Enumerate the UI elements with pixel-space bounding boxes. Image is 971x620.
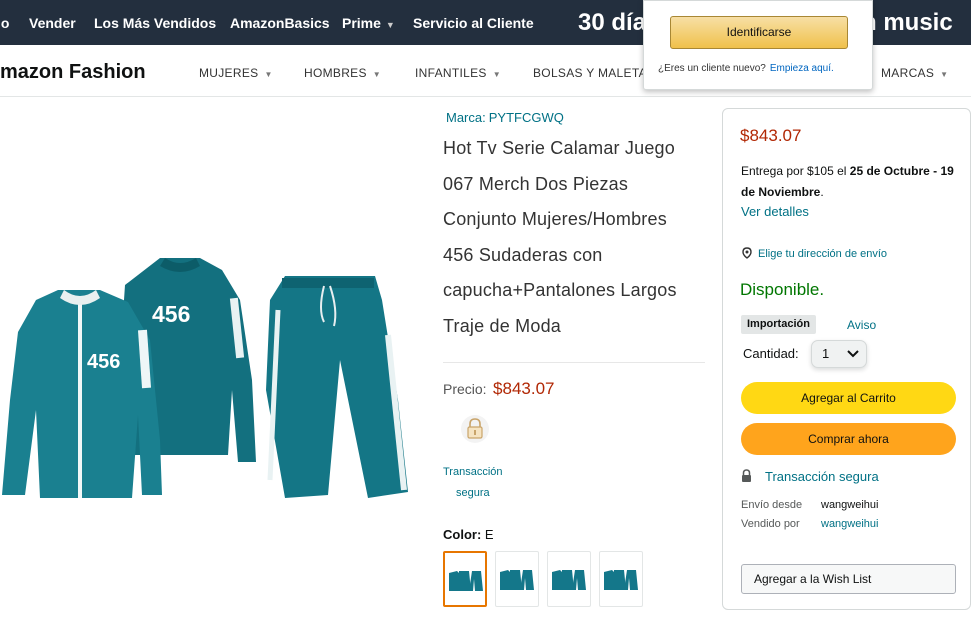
new-customer-text: ¿Eres un cliente nuevo? [658,63,766,74]
product-title-line: 067 Merch Dos Piezas [443,173,629,194]
nav-item-label: Servicio al Cliente [413,15,534,31]
ships-from-value: wangweihui [821,499,879,511]
amazon-music-banner[interactable]: n music [862,9,953,37]
swatch-thumbnail [500,570,534,590]
brand-name: PYTFCGWQ [488,110,564,125]
swatch-thumbnail [552,570,586,590]
product-title-line: capucha+Pantalones Largos [443,280,677,300]
color-swatch[interactable] [599,551,643,607]
secure-transaction-link[interactable]: Transacción segura [741,469,879,484]
category-label: INFANTILES [415,66,487,80]
nav-item-best-sellers[interactable]: Los Más Vendidos [94,15,216,31]
secure-text-line: Transacción [443,466,503,478]
notice-link[interactable]: Aviso [847,318,876,332]
category-label: BOLSAS Y MALETAS [533,66,656,80]
nav-item-label: AmazonBasics [230,15,330,31]
quantity-select[interactable]: 1 [811,340,867,368]
color-swatch[interactable] [495,551,539,607]
buybox-price: $843.07 [740,126,802,145]
swatch-thumbnail [449,571,483,591]
quantity-value: 1 [822,346,830,361]
jersey-number-back: 456 [152,301,190,327]
section-divider [443,362,705,363]
secure-text-line: segura [456,487,490,499]
new-customer-prompt: ¿Eres un cliente nuevo? Empieza aquí. [658,63,834,74]
price-label: Precio: [443,381,487,397]
start-here-link[interactable]: Empieza aquí. [770,63,834,74]
signin-button[interactable]: Identificarse [670,16,848,49]
nav-item-cut[interactable]: lo [0,15,9,31]
pants [266,276,408,498]
music-banner-label: n music [862,9,953,36]
product-title-line: 456 Sudaderas con [443,244,603,265]
add-to-cart-button[interactable]: Agregar al Carrito [741,382,956,414]
secure-transaction-link[interactable]: Transacción segura [443,462,533,504]
delivery-info: Entrega por $105 el 25 de Octubre - 19 d… [741,161,956,203]
color-swatch[interactable] [547,551,591,607]
product-title-line: Conjunto Mujeres/Hombres [443,209,667,229]
location-pin-icon [742,247,752,259]
color-label: Color: [443,527,482,542]
color-value: E [484,527,494,542]
nav-item-customer-service[interactable]: Servicio al Cliente [413,15,534,31]
color-row: Color: E [443,527,494,542]
caret-down-icon: ▼ [385,20,395,30]
price-row: Precio: $843.07 [443,379,554,399]
category-label: HOMBRES [304,66,367,80]
secure-text: Transacción segura [765,469,879,484]
details-link[interactable]: Ver detalles [741,204,809,219]
nav-item-sell[interactable]: Vender [29,15,76,31]
chevron-down-icon: ▼ [940,70,949,79]
chevron-down-icon: ▼ [492,70,501,79]
nav-item-label: lo [0,15,10,31]
address-link-label: Elige tu dirección de envío [758,248,888,260]
category-women[interactable]: MUJERES ▼ [199,66,273,80]
chevron-down-icon: ▼ [264,70,273,79]
front-jacket: 456 [2,290,162,498]
nav-item-label: Prime [342,15,381,31]
swatch-thumbnail [604,570,638,590]
product-title: Hot Tv Serie Calamar Juego 067 Merch Dos… [443,131,713,344]
product-main-image[interactable]: 456 456 [0,240,420,510]
chevron-down-icon: ▼ [372,70,381,79]
quantity-label: Cantidad: [743,346,799,361]
category-kids[interactable]: INFANTILES ▼ [415,66,501,80]
choose-address-link[interactable]: Elige tu dirección de envío [741,247,887,260]
product-title-line: Hot Tv Serie Calamar Juego [443,138,675,158]
category-label: MUJERES [199,66,259,80]
sold-by-label: Vendido por [741,518,800,530]
brand-link[interactable]: Marca: PYTFCGWQ [443,110,564,125]
add-to-wishlist-button[interactable]: Agregar a la Wish List [741,564,956,594]
product-page: lo Vender Los Más Vendidos AmazonBasics … [0,0,971,620]
buy-now-button[interactable]: Comprar ahora [741,423,956,455]
category-bags[interactable]: BOLSAS Y MALETAS [533,66,655,80]
nav-item-prime[interactable]: Prime ▼ [342,15,395,31]
availability-status: Disponible. [740,280,825,299]
promo-banner-text[interactable]: 30 día [578,9,646,37]
sold-by-value[interactable]: wangweihui [821,518,878,530]
chevron-down-icon [847,350,859,358]
nav-item-label: Vender [29,15,76,31]
price-value: $843.07 [493,379,555,398]
product-title-line: Traje de Moda [443,315,561,336]
jersey-number-front: 456 [87,351,120,373]
color-swatch[interactable] [443,551,487,607]
brand-label: Marca: [446,110,486,125]
ships-from-row: Envío desde wangweihui [741,499,878,511]
signin-popover: Identificarse ¿Eres un cliente nuevo? Emp… [643,0,873,90]
category-brands[interactable]: MARCAS ▼ [881,66,948,80]
lock-icon [742,469,751,482]
import-badge: Importación [741,315,816,334]
sold-by-row: Vendido por wangweihui [741,518,878,530]
lock-icon[interactable] [460,414,490,444]
category-men[interactable]: HOMBRES ▼ [304,66,381,80]
ships-from-label: Envío desde [741,499,803,511]
nav-item-label: Los Más Vendidos [94,15,217,31]
store-title[interactable]: mazon Fashion [0,61,146,84]
delivery-suffix: . [820,185,824,199]
delivery-prefix: Entrega por $105 el [741,164,847,178]
nav-item-amazonbasics[interactable]: AmazonBasics [230,15,330,31]
category-label: MARCAS [881,66,935,80]
